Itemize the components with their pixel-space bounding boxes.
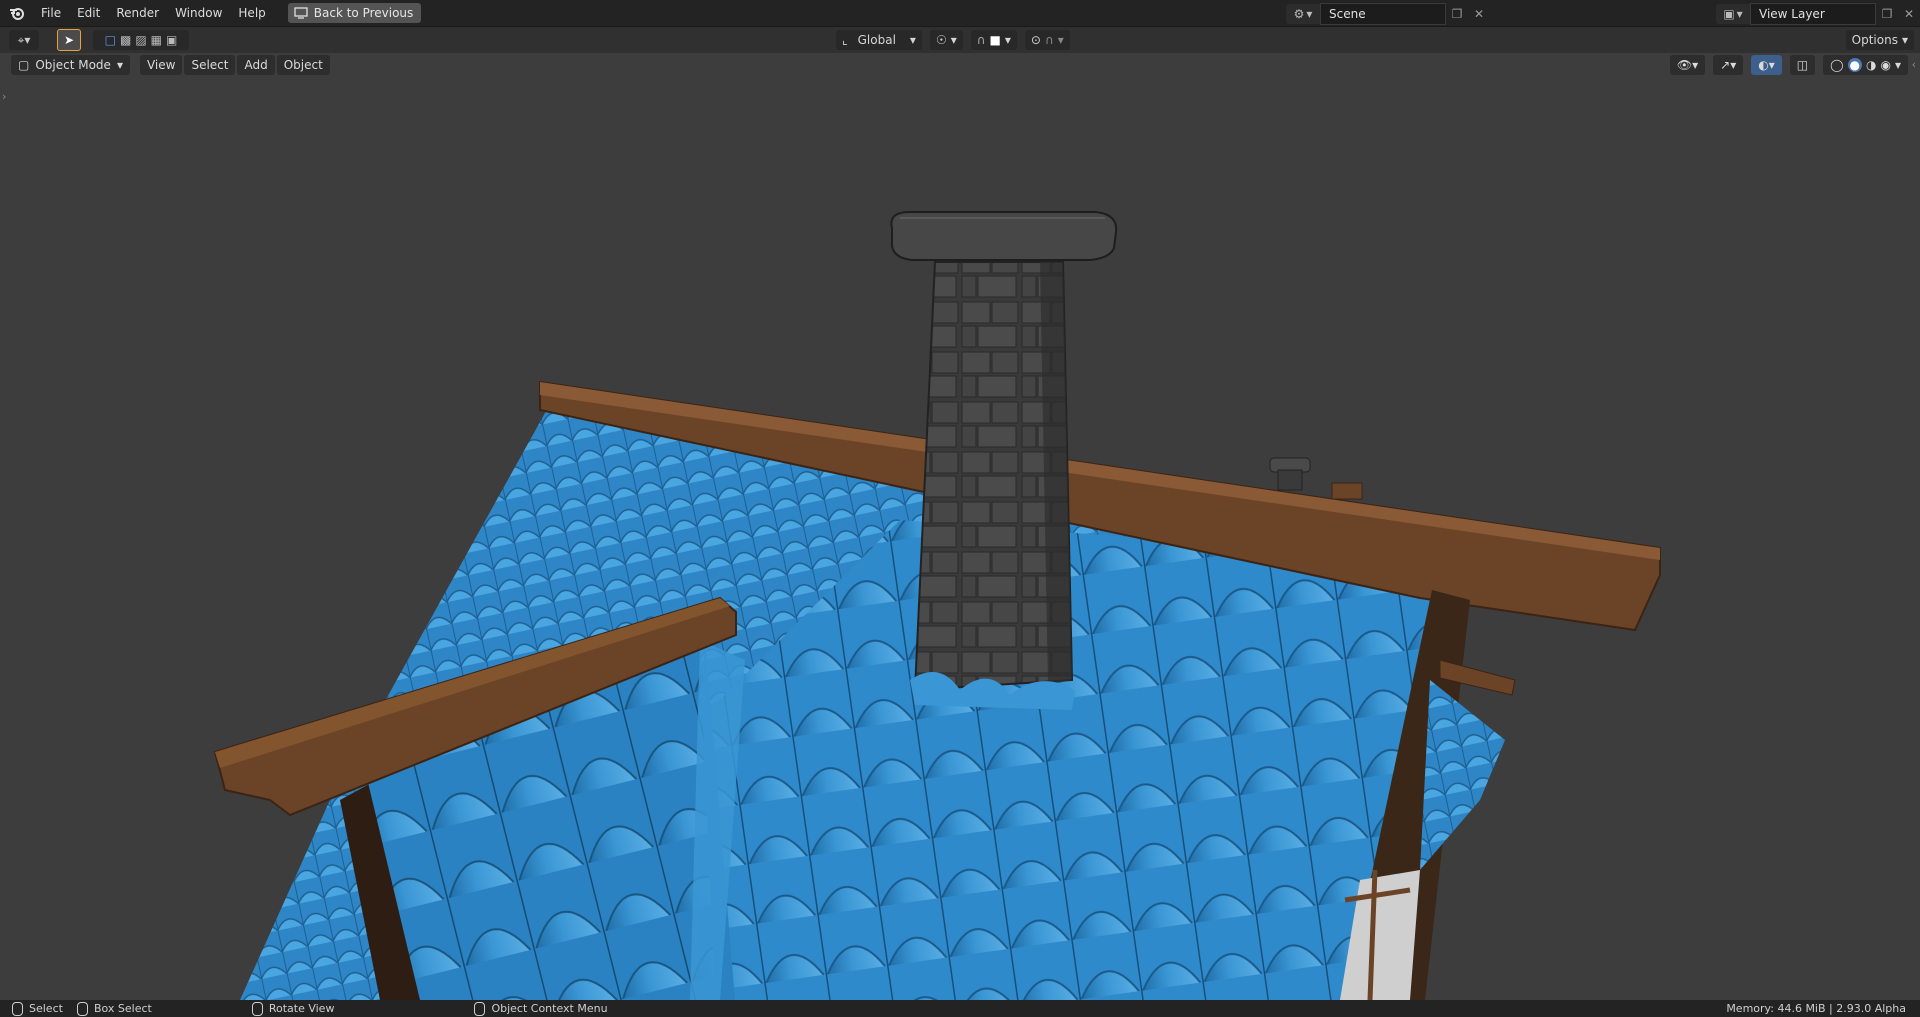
- status-select-label: Select: [29, 1002, 63, 1015]
- shading-mode-group: ◯ ● ◑ ◉ ▾: [1823, 55, 1908, 75]
- view-layer-icon: ▣: [1723, 7, 1735, 21]
- proportional-edit-icon[interactable]: ⊙: [1031, 33, 1041, 47]
- status-box-select: Box Select: [76, 1001, 152, 1016]
- selection-mode-group: □ ▩ ▨ ▦ ▣: [93, 30, 189, 50]
- select-tool-button[interactable]: ➤: [57, 29, 81, 51]
- chevron-down-icon: ▾: [1736, 7, 1743, 21]
- mouse-middle-icon: [251, 1001, 263, 1016]
- editor-type-button[interactable]: ⌖▾: [9, 30, 39, 50]
- delete-view-layer-icon[interactable]: ✕: [1898, 4, 1920, 24]
- falloff-curve-icon[interactable]: ∩: [1045, 33, 1054, 47]
- select-intersect-icon[interactable]: ▣: [166, 33, 177, 47]
- menu-edit[interactable]: Edit: [69, 1, 108, 25]
- options-label: Options: [1851, 33, 1898, 47]
- chevron-down-icon[interactable]: ▾: [1058, 33, 1064, 47]
- select-new-icon[interactable]: □: [105, 33, 116, 47]
- xray-icon: ◫: [1796, 58, 1809, 72]
- status-rotate-view-label: Rotate View: [268, 1002, 335, 1015]
- sidebar-expand-icon[interactable]: ‹: [1912, 58, 1916, 71]
- select-invert-icon[interactable]: ▦: [151, 33, 162, 47]
- mouse-left-icon: [12, 1001, 23, 1016]
- object-mode-dropdown[interactable]: ▢ Object Mode ▾: [11, 55, 130, 75]
- back-to-previous-button[interactable]: Back to Previous: [287, 3, 422, 23]
- visibility-dropdown[interactable]: 👁 ▾: [1669, 55, 1706, 75]
- status-context-menu-label: Object Context Menu: [491, 1002, 608, 1015]
- xray-toggle[interactable]: ◫: [1789, 55, 1816, 75]
- chevron-down-icon[interactable]: ▾: [1005, 33, 1011, 47]
- menu-select[interactable]: Select: [184, 55, 236, 75]
- status-context-menu: Object Context Menu: [474, 1001, 608, 1016]
- gizmo-icon: ↗: [1720, 58, 1731, 72]
- view-layer-selector: ▣ ▾ View Layer ❐ ✕: [1716, 3, 1920, 25]
- proportional-edit-group: ⊙ ∩ ▾: [1024, 30, 1070, 50]
- chevron-down-icon[interactable]: ▾: [1895, 58, 1901, 72]
- cursor-arrow-icon: ➤: [63, 33, 75, 47]
- eye-icon: 👁: [1676, 58, 1693, 72]
- delete-scene-icon[interactable]: ✕: [1468, 4, 1490, 24]
- memory-version-info: Memory: 44.6 MiB | 2.93.0 Alpha: [1726, 1002, 1906, 1015]
- select-subtract-icon[interactable]: ▨: [135, 33, 146, 47]
- mouse-drag-icon: [76, 1001, 88, 1016]
- blender-logo-icon[interactable]: [9, 5, 25, 21]
- transform-controls: ⌞ Global ▾ ☉ ▾ ∩ ■ ▾ ⊙ ∩ ▾: [836, 30, 1070, 50]
- object-mode-label: Object Mode: [35, 58, 111, 72]
- scene-icon: ⚙: [1293, 7, 1305, 21]
- menu-file[interactable]: File: [33, 1, 69, 25]
- tool-header: ⌖▾ ➤ □ ▩ ▨ ▦ ▣ ⌞ Global ▾ ☉ ▾ ∩ ■ ▾ ⊙ ∩ ▾…: [0, 27, 1920, 53]
- mouse-right-icon: [474, 1001, 486, 1016]
- top-menu-bar: File Edit Render Window Help Back to Pre…: [0, 0, 1920, 27]
- scene-name-field[interactable]: Scene: [1320, 3, 1446, 25]
- chevron-down-icon: ▾: [1306, 7, 1313, 21]
- view-layer-name: View Layer: [1759, 7, 1825, 21]
- status-bar: Select Box Select Rotate View Object Con…: [0, 1000, 1920, 1017]
- rendered-shading-icon[interactable]: ◉: [1880, 58, 1890, 72]
- scene-name: Scene: [1329, 7, 1366, 21]
- options-dropdown[interactable]: Options ▾: [1845, 30, 1914, 50]
- chevron-down-icon: ▾: [1901, 33, 1908, 47]
- view-layer-name-field[interactable]: View Layer: [1750, 3, 1876, 25]
- pivot-point-icon: ☉: [935, 33, 947, 47]
- status-rotate-view: Rotate View: [251, 1001, 335, 1016]
- back-to-previous-label: Back to Previous: [313, 6, 414, 20]
- gizmo-toggle[interactable]: ↗ ▾: [1713, 55, 1744, 75]
- snap-increment-icon[interactable]: ■: [990, 33, 1001, 47]
- material-shading-icon[interactable]: ◑: [1866, 58, 1876, 72]
- menu-help[interactable]: Help: [230, 1, 273, 25]
- transform-orientation-dropdown[interactable]: ⌞ Global ▾: [836, 30, 922, 50]
- viewport-shading-controls: 👁 ▾ ↗ ▾ ◐ ▾ ◫ ◯ ● ◑ ◉ ▾: [1669, 55, 1910, 75]
- new-view-layer-icon[interactable]: ❐: [1876, 4, 1898, 24]
- toolbar-expand-icon[interactable]: ›: [2, 90, 6, 103]
- scene-selector: ⚙ ▾ Scene ❐ ✕: [1286, 3, 1490, 25]
- menu-window[interactable]: Window: [167, 1, 230, 25]
- editor-type-icon: ⌖▾: [17, 32, 31, 47]
- menu-add[interactable]: Add: [237, 55, 275, 75]
- select-extend-icon[interactable]: ▩: [120, 33, 131, 47]
- view-layer-browse-button[interactable]: ▣ ▾: [1716, 4, 1750, 24]
- snap-magnet-icon[interactable]: ∩: [977, 33, 986, 47]
- wireframe-shading-icon[interactable]: ◯: [1830, 58, 1843, 72]
- scene-browse-button[interactable]: ⚙ ▾: [1286, 4, 1320, 24]
- 3d-viewport[interactable]: [0, 0, 1920, 1000]
- screen-back-icon: [294, 7, 308, 19]
- chevron-down-icon: ▾: [909, 33, 916, 47]
- status-box-select-label: Box Select: [93, 1002, 152, 1015]
- overlays-toggle[interactable]: ◐ ▾: [1751, 55, 1782, 75]
- viewport-header: ▢ Object Mode ▾ View Select Add Object 👁…: [0, 53, 1920, 77]
- chevron-down-icon: ▾: [116, 58, 123, 72]
- menu-view[interactable]: View: [139, 55, 183, 75]
- object-mode-icon: ▢: [18, 58, 30, 72]
- solid-shading-icon[interactable]: ●: [1847, 58, 1862, 72]
- new-scene-icon[interactable]: ❐: [1446, 4, 1468, 24]
- menu-render[interactable]: Render: [108, 1, 167, 25]
- menu-object[interactable]: Object: [276, 55, 330, 75]
- chevron-down-icon: ▾: [950, 33, 957, 47]
- overlays-icon: ◐: [1758, 58, 1769, 72]
- status-select: Select: [12, 1001, 63, 1016]
- snap-group: ∩ ■ ▾: [970, 30, 1017, 50]
- transform-orientation-value: Global: [857, 33, 896, 47]
- pivot-point-dropdown[interactable]: ☉ ▾: [929, 30, 963, 50]
- orientation-axes-icon: ⌞: [842, 33, 848, 47]
